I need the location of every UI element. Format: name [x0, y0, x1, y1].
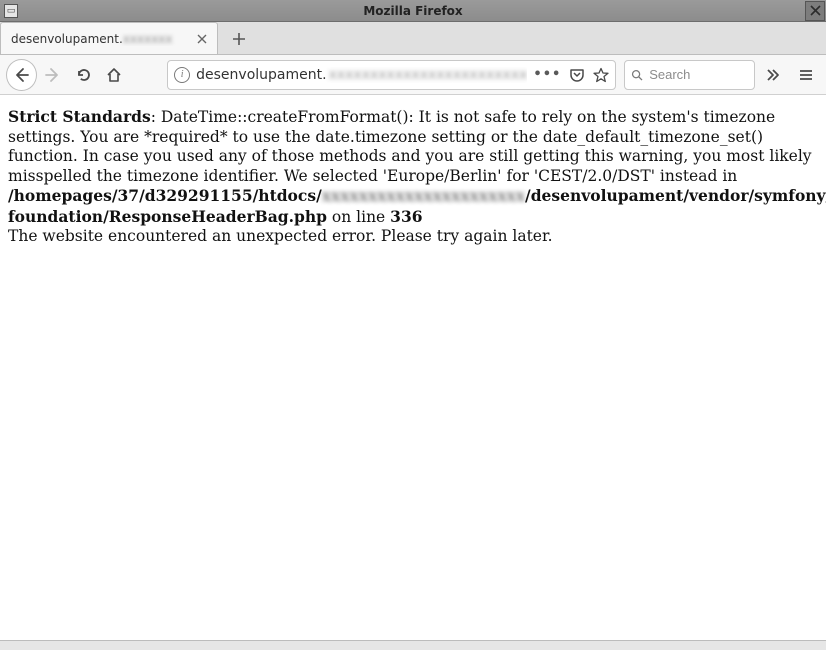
back-button[interactable] [6, 59, 37, 91]
reload-button[interactable] [69, 60, 98, 90]
close-icon [810, 5, 821, 16]
new-tab-button[interactable] [224, 24, 254, 54]
page-actions-button[interactable]: ••• [533, 67, 561, 82]
path-part1: /homepages/37/d329291155/htdocs/ [8, 186, 322, 205]
on-line-label: on line [327, 208, 390, 226]
page-content: Strict Standards: DateTime::createFromFo… [0, 95, 826, 255]
window-menu-icon[interactable]: ▭ [4, 4, 18, 18]
search-icon [631, 68, 643, 82]
app-menu-button[interactable] [791, 60, 820, 90]
search-bar[interactable] [624, 60, 754, 90]
tab-label-obscured: xxxxxxx [123, 32, 173, 46]
php-error-paragraph: Strict Standards: DateTime::createFromFo… [8, 107, 818, 227]
strict-standards-label: Strict Standards [8, 107, 151, 126]
window-close-button[interactable] [805, 1, 825, 21]
home-button[interactable] [100, 60, 129, 90]
generic-error-message: The website encountered an unexpected er… [8, 227, 818, 247]
tab-label: desenvolupament.xxxxxxx [11, 32, 193, 46]
hamburger-icon [798, 67, 814, 83]
arrow-left-icon [13, 67, 29, 83]
line-number: 336 [390, 207, 422, 226]
statusbar [0, 640, 826, 650]
url-text: desenvolupament.xxxxxxxxxxxxxxxxxxxxxxxx [196, 67, 527, 83]
url-obscured: xxxxxxxxxxxxxxxxxxxxxxxx [329, 67, 528, 83]
home-icon [106, 67, 122, 83]
tab-close-button[interactable] [193, 30, 211, 48]
tab-strip: desenvolupament.xxxxxxx [0, 22, 826, 55]
reload-icon [76, 67, 92, 83]
navigation-toolbar: i desenvolupament.xxxxxxxxxxxxxxxxxxxxxx… [0, 55, 826, 95]
search-input[interactable] [649, 67, 748, 82]
bookmark-button[interactable] [593, 67, 609, 83]
close-icon [197, 34, 207, 44]
chevron-double-right-icon [765, 67, 781, 83]
tab-label-visible: desenvolupament. [11, 32, 123, 46]
pocket-icon [569, 67, 585, 83]
forward-button[interactable] [39, 60, 68, 90]
overflow-menu-button[interactable] [759, 60, 788, 90]
browser-tab[interactable]: desenvolupament.xxxxxxx [0, 22, 218, 54]
address-bar[interactable]: i desenvolupament.xxxxxxxxxxxxxxxxxxxxxx… [167, 60, 616, 90]
url-visible: desenvolupament. [196, 67, 326, 83]
path-obscured: xxxxxxxxxxxxxxxxxxxxxx [322, 186, 525, 205]
window-titlebar: ▭ Mozilla Firefox [0, 0, 826, 22]
star-icon [593, 67, 609, 83]
plus-icon [232, 32, 246, 46]
pocket-button[interactable] [569, 67, 585, 83]
arrow-right-icon [45, 67, 61, 83]
site-info-icon[interactable]: i [174, 67, 190, 83]
window-title: Mozilla Firefox [0, 4, 826, 18]
